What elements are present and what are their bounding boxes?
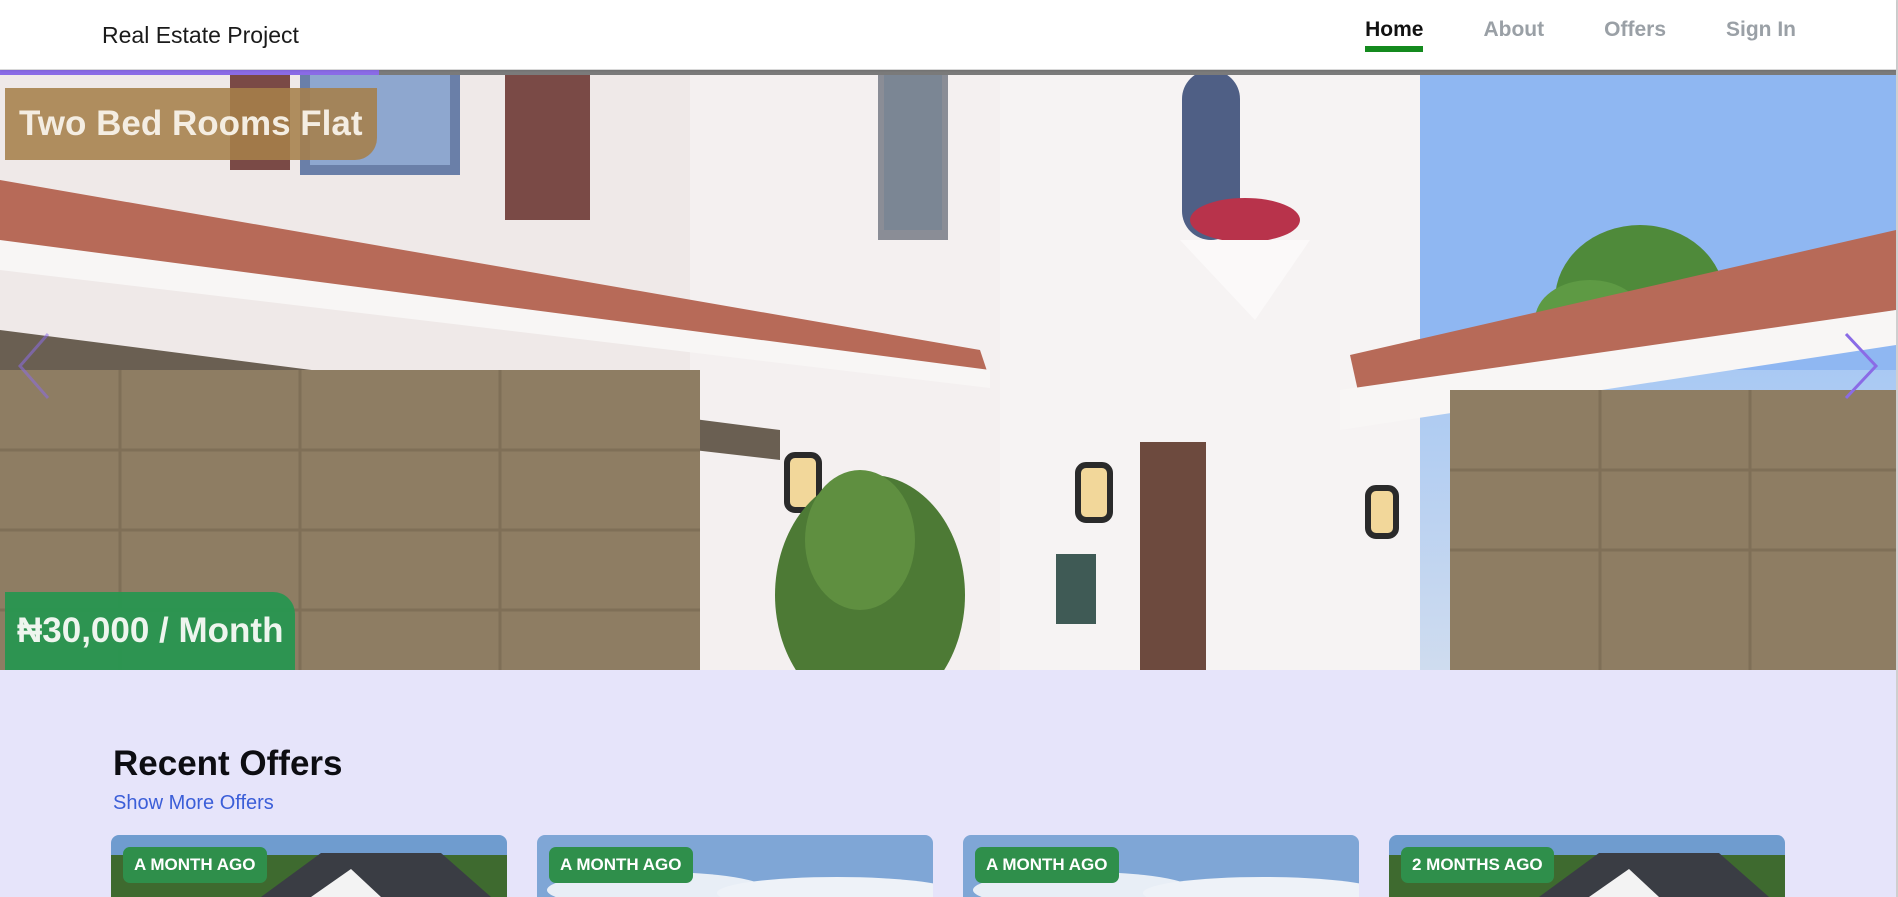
site-header: Real Estate Project Home About Offers Si… — [0, 0, 1896, 70]
nav-sign-in[interactable]: Sign In — [1726, 0, 1796, 70]
main-nav: Home About Offers Sign In — [1365, 0, 1796, 70]
chevron-right-icon — [1844, 332, 1879, 400]
hero-slider: Two Bed Rooms Flat ₦30,000 / Month — [0, 70, 1896, 670]
nav-about[interactable]: About — [1483, 0, 1544, 70]
offer-card[interactable]: A MONTH AGO — [111, 835, 507, 897]
brand-name[interactable]: Real Estate Project — [102, 22, 299, 49]
recent-offers-section: Recent Offers Show More Offers A MONTH A… — [0, 670, 1896, 897]
offer-age-badge: A MONTH AGO — [975, 847, 1119, 883]
offer-age-badge: A MONTH AGO — [123, 847, 267, 883]
section-title: Recent Offers — [113, 744, 343, 783]
nav-offers[interactable]: Offers — [1604, 0, 1666, 70]
slide-progress-track — [0, 70, 1896, 75]
show-more-offers-link[interactable]: Show More Offers — [113, 792, 274, 815]
house-photo — [0, 70, 1896, 670]
slide-progress-fill — [0, 70, 380, 75]
chevron-left-icon — [18, 333, 50, 399]
offer-age-badge: 2 MONTHS AGO — [1401, 847, 1554, 883]
slider-next-button[interactable] — [1838, 328, 1882, 404]
offer-card[interactable]: A MONTH AGO — [963, 835, 1359, 897]
listing-price: ₦30,000 / Month — [5, 592, 296, 670]
offer-card[interactable]: A MONTH AGO — [537, 835, 933, 897]
nav-home[interactable]: Home — [1365, 0, 1424, 70]
offer-card[interactable]: 2 MONTHS AGO — [1389, 835, 1785, 897]
offer-age-badge: A MONTH AGO — [549, 847, 693, 883]
slider-prev-button[interactable] — [14, 328, 58, 404]
listing-title: Two Bed Rooms Flat — [5, 88, 377, 160]
